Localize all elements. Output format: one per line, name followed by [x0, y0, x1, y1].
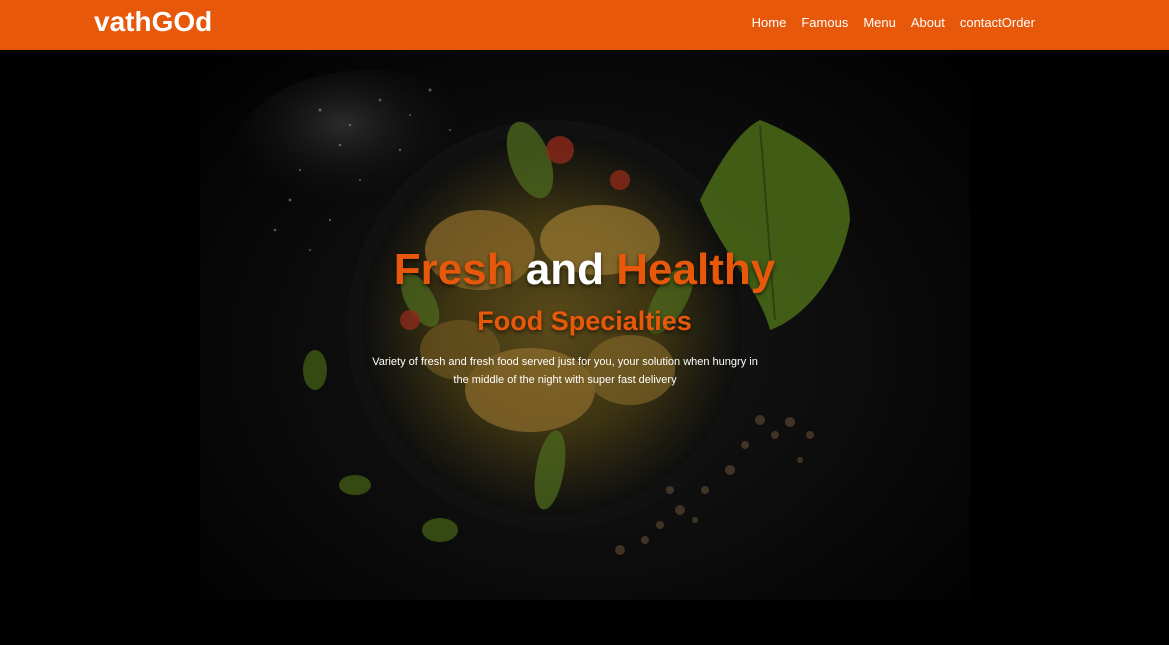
nav-link-home[interactable]: Home	[752, 15, 787, 30]
headline-word-fresh: Fresh	[393, 245, 514, 294]
headline-word-and: and	[525, 245, 605, 294]
nav-link-order[interactable]: Order	[1002, 15, 1035, 30]
nav-link-about[interactable]: About	[911, 15, 945, 30]
nav-link-famous[interactable]: Famous	[801, 15, 848, 30]
page-bottom	[0, 600, 1169, 645]
nav-link-group: contact Order	[960, 15, 1035, 30]
hero-content: Fresh and Healthy Food Specialties Varie…	[0, 50, 1169, 600]
headline-word-healthy: Healthy	[616, 245, 776, 294]
hero-headline: Fresh and Healthy	[0, 246, 1169, 294]
hero-description: Variety of fresh and fresh food served j…	[372, 356, 758, 386]
navbar: vathGOd Home Famous Menu About contact Or…	[0, 0, 1169, 50]
hero-section: Fresh and Healthy Food Specialties Varie…	[0, 50, 1169, 600]
nav-menu: Home Famous Menu About contact Order	[752, 15, 1035, 30]
nav-link-contact[interactable]: contact	[960, 15, 1002, 30]
brand-logo[interactable]: vathGOd	[94, 6, 212, 38]
hero-subheadline: Food Specialties	[477, 306, 692, 336]
nav-link-menu[interactable]: Menu	[863, 15, 896, 30]
